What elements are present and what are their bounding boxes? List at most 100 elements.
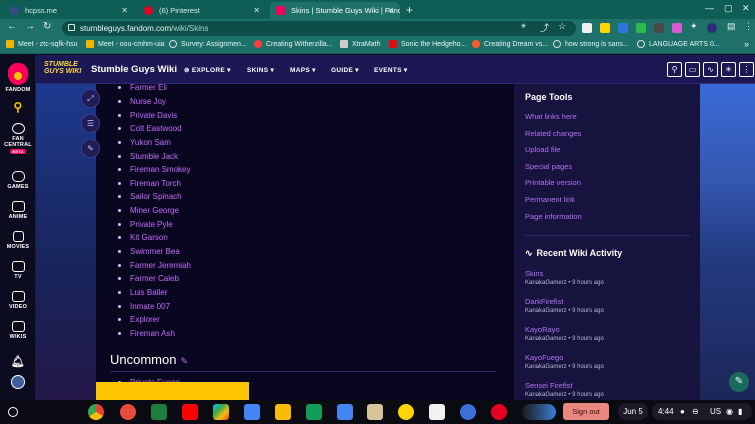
bookmark-item[interactable]: how strong is sans... (553, 40, 629, 48)
nav-explore[interactable]: ⊚ EXPLORE ▾ (184, 66, 231, 74)
activity-page-link[interactable]: Sensei Firefist (525, 381, 573, 390)
status-tray[interactable]: 4:44 ● ⊖ US ◉ ▮ (652, 403, 752, 420)
extension-icon[interactable] (618, 23, 628, 33)
close-icon[interactable]: ✕ (253, 6, 260, 15)
rail-anime[interactable]: ANIME (0, 201, 36, 220)
activity-page-link[interactable]: Skins (525, 269, 543, 278)
classroom-icon[interactable] (151, 404, 167, 420)
rail-wikis[interactable]: WIKIS (0, 321, 36, 340)
nav-skins[interactable]: SKINS ▾ (247, 66, 274, 74)
minimize-icon[interactable]: — (705, 3, 714, 13)
activity-page-link[interactable]: DarkFirefist (525, 297, 563, 306)
extension-icon[interactable] (672, 23, 682, 33)
skin-link[interactable]: Explorer (130, 315, 160, 324)
skin-link[interactable]: Stumble Jack (130, 152, 178, 161)
tab-hcpss[interactable]: hcpss.me ✕ (4, 2, 134, 19)
lock-icon[interactable] (68, 24, 75, 31)
skin-link[interactable]: Farmer Eli (130, 84, 167, 92)
files-icon[interactable] (337, 404, 353, 420)
close-icon[interactable]: ✕ (387, 6, 394, 15)
rail-fandom[interactable]: FANDOM (0, 63, 36, 93)
bookmark-item[interactable]: Creating Witherzilla... (254, 40, 333, 48)
docs-icon[interactable] (244, 404, 260, 420)
side-panel-icon[interactable]: ▤ (727, 21, 736, 32)
theme-toggle-icon[interactable]: ☀ (721, 62, 736, 77)
close-icon[interactable]: ✕ (121, 6, 128, 15)
activity-page-link[interactable]: KayoFuego (525, 353, 563, 362)
skin-link[interactable]: Fireman Smokey (130, 165, 190, 174)
new-tab-button[interactable]: + (406, 3, 413, 17)
skin-link[interactable]: Farmer Jeremiah (130, 261, 191, 270)
bookmark-item[interactable]: Sonic the Hedgeho... (389, 40, 466, 48)
fullscreen-icon[interactable]: ⤢ (81, 89, 100, 108)
skin-link[interactable]: Farmer Caleb (130, 274, 179, 283)
avatar[interactable] (707, 23, 717, 33)
chrome-icon[interactable] (88, 404, 104, 420)
skin-link[interactable]: Private Pyle (130, 220, 173, 229)
page-tool-link[interactable]: Special pages (525, 162, 572, 171)
search-icon[interactable]: ⚲ (667, 62, 682, 77)
extension-icon[interactable] (600, 23, 610, 33)
rail-profile[interactable] (0, 375, 36, 391)
sheets-icon[interactable] (306, 404, 322, 420)
skin-link[interactable]: Private Davis (130, 111, 177, 120)
skin-link[interactable]: Fireman Torch (130, 179, 181, 188)
rail-video[interactable]: VIDEO (0, 291, 36, 310)
tab-skins[interactable]: Skins | Stumble Guys Wiki | Fand ✕ (270, 2, 400, 19)
rail-movies[interactable]: MOVIES (0, 231, 36, 250)
more-options-icon[interactable]: ⋮ (739, 62, 754, 77)
bookmark-item[interactable]: LANGUAGE ARTS 0... (637, 40, 720, 48)
edit-icon[interactable]: ✎ (81, 139, 100, 158)
rail-fan-central[interactable]: FAN CENTRAL BETA (0, 123, 36, 155)
skin-link[interactable]: Nurse Joy (130, 97, 166, 106)
nav-guide[interactable]: GUIDE ▾ (331, 66, 359, 74)
menu-icon[interactable]: ⋮ (744, 21, 753, 32)
location-icon[interactable]: ⌖ (521, 21, 526, 32)
reload-icon[interactable]: ↻ (43, 21, 51, 32)
extensions-puzzle-icon[interactable]: ✦ (690, 21, 698, 32)
page-tool-link[interactable]: Related changes (525, 129, 581, 138)
page-tool-link[interactable]: What links here (525, 112, 577, 121)
app-icon[interactable] (367, 404, 383, 420)
slides-icon[interactable] (275, 404, 291, 420)
skin-link[interactable]: Luis Baller (130, 288, 167, 297)
extension-icon[interactable] (654, 23, 664, 33)
page-tool-link[interactable]: Permanent link (525, 195, 575, 204)
address-bar[interactable]: stumbleguys.fandom.com/wiki/Skins (62, 21, 576, 36)
bookmark-star-icon[interactable]: ☆ (558, 21, 566, 32)
back-icon[interactable]: ← (7, 21, 17, 32)
close-window-icon[interactable]: ✕ (742, 3, 750, 14)
app-icon[interactable] (429, 404, 445, 420)
nav-maps[interactable]: MAPS ▾ (290, 66, 316, 74)
launcher-icon[interactable] (8, 407, 18, 417)
edit-tools-button[interactable]: ✎ (729, 372, 749, 392)
rail-games[interactable]: GAMES (0, 171, 36, 190)
activity-page-link[interactable]: KayoRayo (525, 325, 560, 334)
nav-events[interactable]: EVENTS ▾ (374, 66, 407, 74)
skin-link[interactable]: Miner George (130, 206, 179, 215)
bookmark-item[interactable]: XtraMath (340, 40, 380, 48)
skin-link[interactable]: Swimmer Bea (130, 247, 180, 256)
extension-icon[interactable] (582, 23, 592, 33)
app-icon[interactable] (460, 404, 476, 420)
page-tool-link[interactable]: Upload file (525, 145, 560, 154)
skin-link[interactable]: Colt Eastwood (130, 124, 182, 133)
skin-link[interactable]: Sailor Spinach (130, 192, 182, 201)
skin-link[interactable]: Fireman Ash (130, 329, 175, 338)
maximize-icon[interactable]: ▢ (724, 3, 733, 14)
play-store-icon[interactable] (213, 404, 229, 420)
table-of-contents-icon[interactable]: ☰ (81, 114, 100, 133)
skin-link[interactable]: Kit Garson (130, 233, 168, 242)
sign-out-button[interactable]: Sign out (563, 403, 609, 420)
discuss-icon[interactable]: ▭ (685, 62, 700, 77)
app-icon[interactable] (398, 404, 414, 420)
skin-link[interactable]: Inmate 007 (130, 302, 170, 311)
rail-search[interactable]: ⚲ (0, 100, 36, 114)
youtube-icon[interactable] (182, 404, 198, 420)
pinterest-icon[interactable] (491, 404, 507, 420)
share-icon[interactable]: ⤴ (540, 21, 549, 34)
more-bookmarks-icon[interactable]: » (744, 39, 749, 49)
wiki-name[interactable]: Stumble Guys Wiki (91, 64, 177, 75)
tab-pinterest[interactable]: (6) Pinterest ✕ (138, 2, 266, 19)
bookmark-item[interactable]: Creating Dream vs... (472, 40, 548, 48)
